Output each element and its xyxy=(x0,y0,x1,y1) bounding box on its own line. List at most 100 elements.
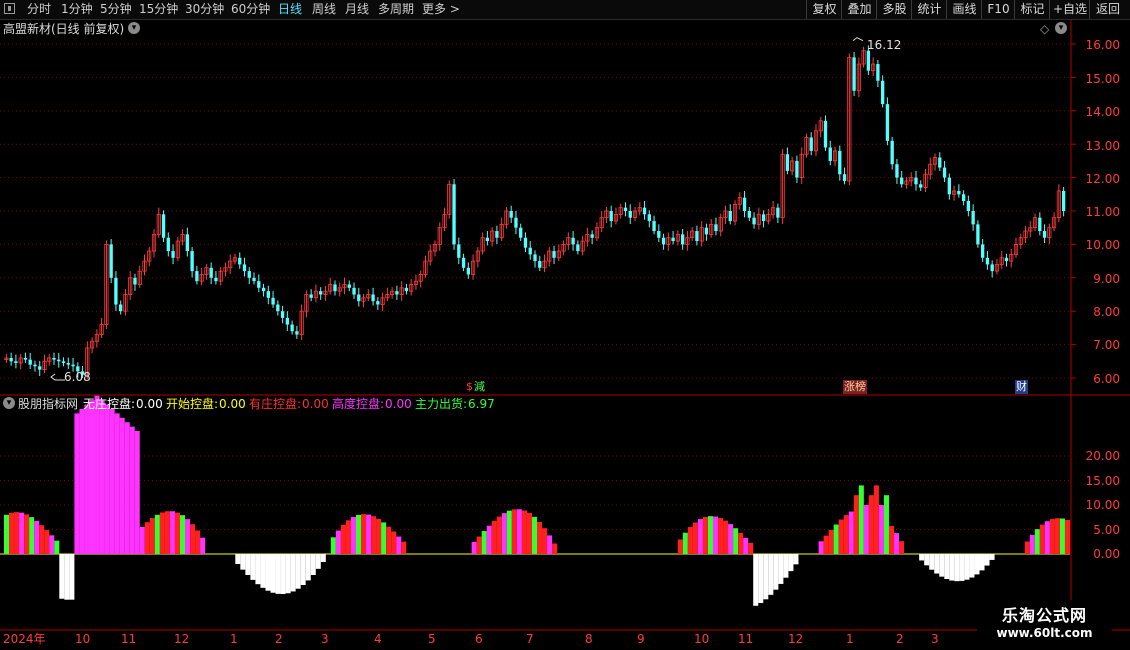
event-dollar-icon[interactable]: $ xyxy=(466,380,473,394)
indicator-bar-positive xyxy=(1049,519,1055,554)
indicator-bar-negative xyxy=(255,554,261,585)
indicator-bar-negative xyxy=(285,554,291,594)
indicator-bar-positive xyxy=(843,515,849,554)
candle-body-down xyxy=(238,257,242,265)
draw-line-button[interactable]: 画线 xyxy=(946,0,982,19)
candle-body-down xyxy=(261,287,266,292)
indicator-bar-negative xyxy=(964,554,970,580)
indicator-bar-positive xyxy=(350,516,356,554)
indicator-bar-positive xyxy=(134,431,140,554)
indicator-bar-negative xyxy=(265,554,271,591)
indicator-bar-negative xyxy=(783,554,789,578)
candle-body-down xyxy=(942,167,947,178)
add-watchlist-button[interactable]: +自选 xyxy=(1049,0,1090,19)
candle-body-down xyxy=(214,277,218,282)
indicator-name[interactable]: 股朋指标网 xyxy=(18,397,78,411)
event-tag-top-gainers[interactable]: 涨榜 xyxy=(843,380,867,394)
title-dropdown-icon[interactable]: ▾ xyxy=(128,22,140,34)
period-more[interactable]: 更多 > xyxy=(422,2,460,17)
indicator-bar-negative xyxy=(59,554,65,599)
f10-button[interactable]: F10 xyxy=(981,0,1015,19)
indicator-bar-positive xyxy=(340,524,346,554)
legend-value-no-control: 0.00 xyxy=(136,397,163,411)
time-label: 11 xyxy=(738,632,754,646)
y-tick-12: 12.00 xyxy=(1085,172,1120,186)
candle-body-down xyxy=(38,366,42,370)
indicator-bar-positive xyxy=(868,495,874,554)
period-60min[interactable]: 60分钟 xyxy=(231,2,270,17)
indicator-bar-negative xyxy=(315,554,321,569)
period-5min[interactable]: 5分钟 xyxy=(100,2,132,17)
indicator-bar-positive xyxy=(848,511,854,554)
multi-stock-button[interactable]: 多股 xyxy=(876,0,912,19)
candle-body-down xyxy=(357,294,361,302)
indicator-bar-negative xyxy=(974,554,980,575)
candle-body-down xyxy=(9,357,13,362)
candle-body-down xyxy=(285,317,290,325)
indicator-bar-positive xyxy=(24,514,30,554)
indicator-bar-positive xyxy=(1059,518,1065,554)
candle-body-down xyxy=(195,271,199,282)
mark-button[interactable]: 标记 xyxy=(1014,0,1050,19)
chart-canvas[interactable] xyxy=(0,20,1130,650)
back-button[interactable]: 返回 xyxy=(1089,0,1126,19)
period-daily[interactable]: 日线 xyxy=(278,2,302,17)
candle-body-down xyxy=(642,207,647,215)
candle-body-down xyxy=(57,359,61,362)
ind-y-tick-10: 10.00 xyxy=(1085,498,1120,512)
indicator-bar-positive xyxy=(702,516,708,554)
time-label: 3 xyxy=(931,632,939,646)
candle-body-down xyxy=(171,251,175,258)
period-1min[interactable]: 1分钟 xyxy=(61,2,93,17)
indicator-bar-positive xyxy=(899,541,905,554)
indicator-bar-positive xyxy=(139,526,145,554)
event-tag-reduce[interactable]: 減 xyxy=(474,380,485,394)
candle-body-down xyxy=(671,237,675,242)
candle-body-down xyxy=(452,184,456,245)
candle-body-down xyxy=(71,364,75,367)
overlay-button[interactable]: 叠加 xyxy=(841,0,877,19)
indicator-bar-positive xyxy=(39,525,45,554)
period-15min[interactable]: 15分钟 xyxy=(139,2,178,17)
indicator-bar-positive xyxy=(738,532,744,554)
time-label: 6 xyxy=(475,632,483,646)
period-minute-time[interactable]: 分时 xyxy=(27,2,51,17)
legend-label-no-control: 无庄控盘: xyxy=(83,397,136,411)
indicator-bar-negative xyxy=(320,554,326,563)
indicator-bar-positive xyxy=(838,519,844,554)
candle-body-down xyxy=(333,284,337,292)
candle-body-down xyxy=(485,237,490,242)
indicator-bar-positive xyxy=(144,522,150,554)
indicator-menu-icon[interactable]: ▾ xyxy=(3,397,15,409)
indicator-bar-positive xyxy=(371,516,377,554)
watermark-url: www.60lt.com xyxy=(996,626,1093,640)
window-icon[interactable] xyxy=(4,3,15,14)
indicator-bar-negative xyxy=(245,554,251,575)
candle-body-down xyxy=(957,190,961,195)
candle-body-down xyxy=(119,304,123,312)
indicator-bar-positive xyxy=(547,535,553,554)
indicator-bar-negative xyxy=(300,554,306,586)
panel-menu-icon[interactable]: ▾ xyxy=(1055,22,1067,34)
restore-rights-button[interactable]: 复权 xyxy=(806,0,842,19)
period-30min[interactable]: 30分钟 xyxy=(185,2,224,17)
candle-body-down xyxy=(776,207,780,218)
indicator-bar-positive xyxy=(185,519,191,554)
candle-body-down xyxy=(947,177,951,195)
indicator-bar-positive xyxy=(129,426,135,554)
candle-body-down xyxy=(728,211,732,222)
event-tag-finance[interactable]: 财 xyxy=(1015,380,1028,394)
period-weekly[interactable]: 周线 xyxy=(312,2,336,17)
candle-body-down xyxy=(209,267,213,278)
statistics-button[interactable]: 统计 xyxy=(911,0,947,19)
indicator-bar-positive xyxy=(697,519,703,554)
indicator-bar-positive xyxy=(401,541,407,554)
period-monthly[interactable]: 月线 xyxy=(345,2,369,17)
indicator-bar-positive xyxy=(9,512,15,554)
indicator-bar-positive xyxy=(878,505,884,554)
time-label: 2 xyxy=(275,632,283,646)
period-multi[interactable]: 多周期 xyxy=(378,2,414,17)
time-label: 10 xyxy=(75,632,91,646)
indicator-bar-positive xyxy=(496,516,502,554)
diamond-icon[interactable]: ◇ xyxy=(1040,22,1049,36)
